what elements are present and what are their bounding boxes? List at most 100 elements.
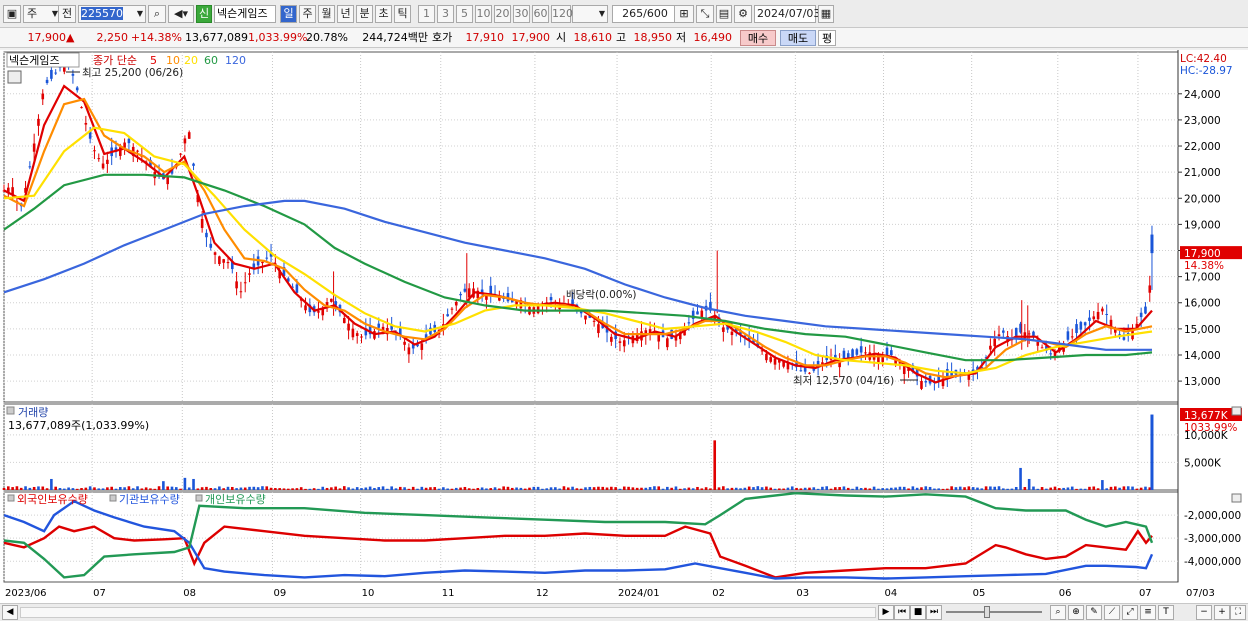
text-tool-icon[interactable]: T (1158, 605, 1174, 620)
interval-button-30[interactable]: 30 (513, 5, 530, 23)
date-input[interactable]: 2024/07/03 (754, 5, 820, 23)
x-tick-label-8: 02 (712, 588, 725, 599)
volume-bar (803, 487, 807, 490)
search-icon[interactable]: ⌕ (148, 5, 166, 23)
zoom-slider-handle[interactable] (984, 606, 990, 618)
candle-body (730, 331, 734, 336)
volume-bar (235, 488, 238, 490)
save-icon[interactable]: ▤ (716, 5, 732, 23)
period-button-4[interactable]: 분 (356, 5, 373, 23)
zoom-out-icon[interactable]: − (1196, 605, 1212, 620)
draw-icon[interactable]: ✎ (1086, 605, 1102, 620)
hc-badge: HC:-28.97 (1180, 65, 1233, 77)
volume-bar (976, 487, 979, 490)
candle-body (864, 352, 867, 354)
eval-button[interactable]: 평 (818, 30, 836, 46)
candle-body (239, 291, 243, 293)
volume-bar (997, 486, 1001, 490)
volume-bar (782, 488, 785, 490)
volume-bar (1096, 488, 1100, 490)
interval-button-60[interactable]: 60 (532, 5, 549, 23)
stop-icon[interactable]: ■ (910, 605, 926, 620)
sell-button[interactable]: 매도 (780, 30, 816, 46)
candle-body (248, 273, 251, 275)
volume-bar (377, 487, 381, 490)
last-volume-bar (1150, 414, 1154, 490)
code-input[interactable]: 225570 ▼ (78, 5, 146, 23)
period-button-5[interactable]: 초 (375, 5, 392, 23)
period-button-0[interactable]: 일 (280, 5, 297, 23)
volume-bar (610, 486, 613, 490)
volume-bar (541, 488, 544, 490)
vol-tag: 13,677K (1184, 410, 1229, 422)
search-icon[interactable]: ⌕ (1050, 605, 1066, 620)
volume-bar (1014, 486, 1018, 490)
x-tick-label-9: 03 (796, 588, 809, 599)
zoom-slider[interactable] (946, 611, 1042, 613)
x-tick-label-5: 11 (442, 588, 455, 599)
line-tool-icon[interactable]: ⟋ (1104, 605, 1120, 620)
volume-bar (584, 487, 587, 490)
volume-bar (19, 487, 23, 490)
scroll-left-icon[interactable]: ◀ (2, 605, 18, 620)
volume-bar (243, 487, 247, 490)
candle-icon[interactable]: ⊞ (674, 5, 694, 23)
chart-area[interactable]: 2023/06 07 08 09 10 11 12 2024/01 02 03 04 05 06 07 07… (0, 50, 1248, 603)
volume-bar (877, 488, 880, 490)
count-input[interactable]: 265/600 (612, 5, 678, 23)
volume-bar (196, 488, 200, 490)
speaker-icon[interactable]: ◀▾ (168, 5, 194, 23)
volume-bar (149, 488, 152, 490)
volume-bar (93, 487, 96, 490)
calendar-icon[interactable]: ▦ (818, 5, 834, 23)
trend-tool-icon[interactable]: ⤢ (1122, 605, 1138, 620)
interval-button-20[interactable]: 20 (494, 5, 511, 23)
interval-button-3[interactable]: 3 (437, 5, 454, 23)
period-button-2[interactable]: 월 (318, 5, 335, 23)
scroll-right-icon[interactable]: ▶ (878, 605, 894, 620)
low-price: 16,490 (693, 31, 733, 44)
jeon-button[interactable]: 전 (58, 5, 76, 23)
fibo-tool-icon[interactable]: ≡ (1140, 605, 1156, 620)
volume-bar (58, 488, 62, 490)
scroll-first-icon[interactable]: ⏮ (894, 605, 910, 620)
interval-button-10[interactable]: 10 (475, 5, 492, 23)
stock-chart[interactable]: 2023/06 07 08 09 10 11 12 2024/01 02 03 04 05 06 07 07… (0, 50, 1248, 603)
fullscreen-icon[interactable]: ⛶ (1230, 605, 1246, 620)
volume-bar (1122, 486, 1126, 490)
settings-icon[interactable]: ⚙ (734, 5, 752, 23)
current-price: 17,900 (27, 31, 67, 44)
volume-bar (506, 486, 510, 490)
candle-body (920, 381, 923, 389)
scroll-last-icon[interactable]: ⏭ (926, 605, 942, 620)
volume-bar (269, 487, 273, 490)
volume-bar (308, 488, 312, 490)
interval-custom-select[interactable]: ▼ (572, 5, 608, 23)
interval-button-5[interactable]: 5 (456, 5, 473, 23)
x-tick-label-3: 09 (273, 588, 286, 599)
scrollbar-track[interactable] (20, 607, 876, 618)
period-button-1[interactable]: 주 (299, 5, 316, 23)
legend-ma-120: 120 (225, 54, 246, 67)
period-button-6[interactable]: 틱 (394, 5, 411, 23)
y-tick-label-11: 24,000 (1184, 89, 1221, 101)
market-select[interactable]: 주 ▼ (23, 5, 61, 23)
period-button-3[interactable]: 년 (337, 5, 354, 23)
volume-bar (795, 487, 798, 490)
volume-bar (1010, 488, 1014, 490)
candle-body (97, 158, 101, 160)
tool-icon[interactable]: ⊕ (1068, 605, 1084, 620)
volume-bar (851, 488, 854, 490)
interval-button-1[interactable]: 1 (418, 5, 435, 23)
chart-type-icon[interactable]: ⤡ (696, 5, 714, 23)
interval-button-120[interactable]: 120 (551, 5, 573, 23)
volume-bar (493, 487, 497, 490)
volume-bar (50, 478, 53, 490)
candle-body (1092, 316, 1096, 320)
buy-button[interactable]: 매수 (740, 30, 776, 46)
volume-bar (954, 487, 958, 490)
candle-body (700, 310, 704, 318)
window-icon[interactable]: ▣ (3, 5, 21, 23)
volume-bar (902, 486, 906, 490)
zoom-in-icon[interactable]: + (1214, 605, 1230, 620)
